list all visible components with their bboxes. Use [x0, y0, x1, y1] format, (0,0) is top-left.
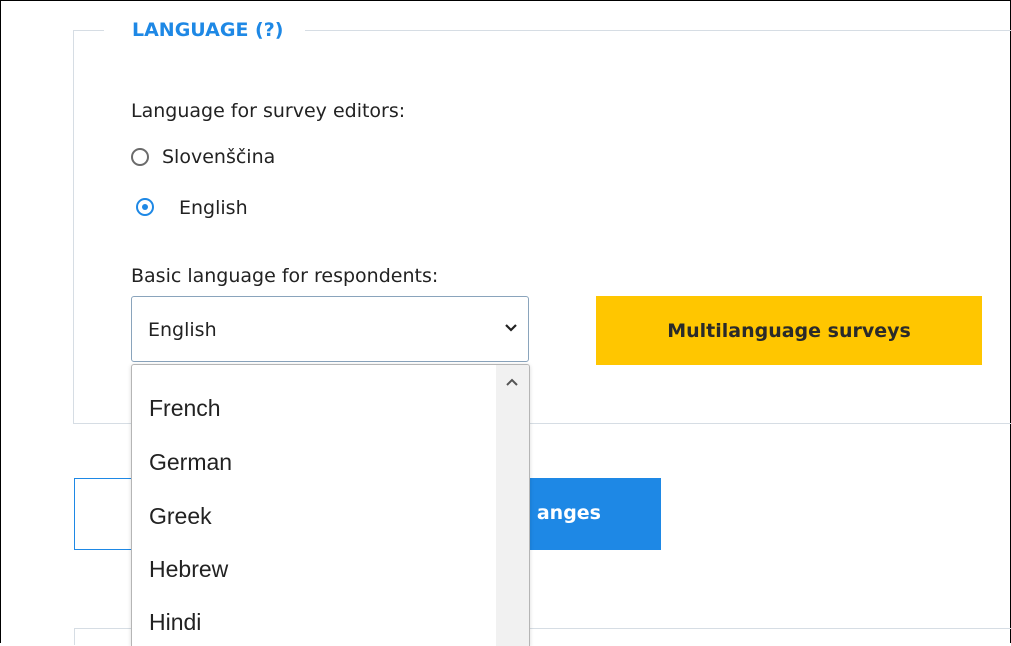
- save-changes-label: anges: [536, 502, 601, 524]
- language-section-title[interactable]: LANGUAGE (?): [104, 19, 306, 41]
- scroll-up-arrow-icon[interactable]: [505, 377, 519, 387]
- dropdown-scrollbar[interactable]: [496, 365, 529, 646]
- chevron-down-icon: [505, 324, 517, 332]
- dropdown-option-hebrew[interactable]: Hebrew: [149, 556, 228, 583]
- respondents-language-label: Basic language for respondents:: [131, 265, 439, 287]
- radio-slovenscina[interactable]: [131, 148, 149, 166]
- radio-slovenscina-label[interactable]: Slovenščina: [162, 146, 275, 168]
- dropdown-option-french[interactable]: French: [149, 395, 221, 422]
- editors-language-label: Language for survey editors:: [131, 100, 406, 122]
- dropdown-option-greek[interactable]: Greek: [149, 503, 212, 530]
- respondent-language-select[interactable]: English: [131, 296, 529, 362]
- radio-english[interactable]: [136, 198, 154, 216]
- multilanguage-surveys-button[interactable]: Multilanguage surveys: [596, 296, 982, 365]
- dropdown-option-german[interactable]: German: [149, 449, 232, 476]
- dropdown-option-hindi[interactable]: Hindi: [149, 609, 201, 636]
- radio-english-label[interactable]: English: [179, 197, 248, 219]
- language-dropdown-list[interactable]: French German Greek Hebrew Hindi: [131, 364, 530, 646]
- select-value: English: [148, 319, 217, 341]
